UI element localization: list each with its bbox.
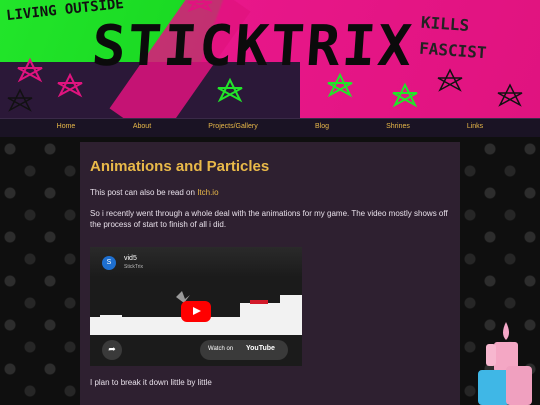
banner-slogan-line2: FASCIST — [418, 38, 488, 63]
post-body: So i recently went through a whole deal … — [90, 209, 448, 229]
post-title: Animations and Particles — [90, 158, 270, 175]
nav-links[interactable]: Links — [467, 123, 483, 130]
play-button[interactable] — [181, 301, 211, 322]
header-banner: LIVING OUTSIDE STICKTRIX KILLS FASCIST — [0, 0, 540, 118]
nav-projects-gallery[interactable]: Projects/Gallery — [208, 123, 257, 130]
itch-link[interactable]: Itch.io — [197, 188, 218, 197]
nav-shrines[interactable]: Shrines — [386, 123, 410, 130]
video-header — [90, 247, 302, 277]
banner-slogan: KILLS FASCIST — [418, 10, 489, 67]
post-closing: I plan to break it down little by little — [90, 378, 212, 387]
channel-avatar[interactable]: S — [102, 256, 116, 270]
site-logo-title: STICKTRIX — [89, 14, 416, 79]
nav-blog[interactable]: Blog — [315, 123, 329, 130]
blog-post: Animations and Particles This post can a… — [80, 142, 460, 405]
youtube-embed[interactable]: S vid5 StickTrix ➦ Watch on YouTube — [90, 247, 302, 366]
nav-about[interactable]: About — [133, 123, 151, 130]
post-intro-text: This post can also be read on — [90, 188, 198, 197]
candle-decoration — [478, 322, 532, 405]
watch-on-youtube-button[interactable]: Watch on YouTube — [200, 340, 288, 360]
post-intro: This post can also be read on Itch.io — [90, 188, 219, 197]
video-channel[interactable]: StickTrix — [124, 264, 143, 270]
watch-on-label: Watch on — [208, 346, 234, 352]
youtube-logo: YouTube — [246, 345, 275, 352]
nav-home[interactable]: Home — [57, 123, 76, 130]
share-icon[interactable]: ➦ — [102, 340, 122, 360]
video-title[interactable]: vid5 — [124, 255, 137, 262]
main-nav: Home About Projects/Gallery Blog Shrines… — [0, 118, 540, 138]
